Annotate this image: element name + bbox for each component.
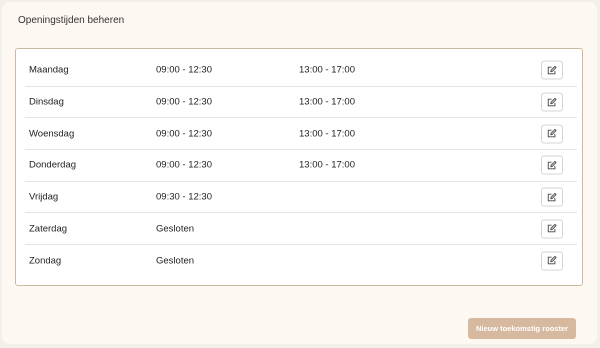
- edit-icon: [547, 192, 557, 201]
- time-slot-1: Gesloten: [156, 255, 195, 267]
- edit-icon: [547, 160, 557, 170]
- new-future-schedule-button[interactable]: Nieuw toekomstig rooster: [468, 318, 576, 339]
- schedule-row-maandag: Maandag 09:00 - 12:30 13:00 - 17:00: [25, 55, 577, 87]
- time-slot-2: 13:00 - 17:00: [299, 64, 355, 76]
- schedule-row-vrijdag: Vrijdag 09:30 - 12:30: [25, 182, 577, 214]
- opening-hours-panel: Openingstijden beheren Maandag 09:00 - 1…: [2, 2, 597, 344]
- edit-button-dinsdag[interactable]: [541, 92, 563, 112]
- day-label: Woensdag: [29, 128, 75, 140]
- edit-icon: [547, 256, 557, 265]
- schedule-row-zondag: Zondag Gesloten: [25, 245, 577, 277]
- time-slot-2: 13:00 - 17:00: [299, 128, 355, 140]
- time-slot-1: 09:00 - 12:30: [156, 64, 212, 76]
- day-label: Zondag: [29, 255, 62, 267]
- time-slot-1: 09:00 - 12:30: [156, 96, 212, 108]
- edit-button-zaterdag[interactable]: [541, 219, 563, 239]
- time-slot-1: 09:00 - 12:30: [156, 159, 212, 171]
- time-slot-1: Gesloten: [156, 223, 195, 235]
- time-slot-1: 09:30 - 12:30: [156, 191, 212, 203]
- edit-button-maandag[interactable]: [541, 60, 563, 80]
- schedule-list: Maandag 09:00 - 12:30 13:00 - 17:00 Dins…: [25, 55, 577, 277]
- schedule-row-woensdag: Woensdag 09:00 - 12:30 13:00 - 17:00: [25, 118, 577, 151]
- edit-icon: [547, 129, 557, 138]
- time-slot-2: 13:00 - 17:00: [299, 96, 355, 108]
- edit-icon: [547, 97, 557, 106]
- day-label: Vrijdag: [29, 191, 59, 203]
- time-slot-2: 13:00 - 17:00: [299, 159, 355, 171]
- day-label: Zaterdag: [29, 223, 68, 235]
- edit-button-woensdag[interactable]: [541, 124, 563, 144]
- schedule-card: Maandag 09:00 - 12:30 13:00 - 17:00 Dins…: [15, 48, 583, 286]
- edit-button-vrijdag[interactable]: [541, 187, 563, 207]
- edit-button-donderdag[interactable]: [541, 155, 563, 175]
- schedule-row-zaterdag: Zaterdag Gesloten: [25, 213, 577, 246]
- schedule-row-dinsdag: Dinsdag 09:00 - 12:30 13:00 - 17:00: [25, 87, 577, 119]
- edit-button-zondag[interactable]: [541, 251, 563, 271]
- panel-title: Openingstijden beheren: [18, 15, 125, 26]
- day-label: Donderdag: [29, 159, 77, 171]
- time-slot-1: 09:00 - 12:30: [156, 128, 212, 140]
- schedule-row-donderdag: Donderdag 09:00 - 12:30 13:00 - 17:00: [25, 150, 577, 182]
- day-label: Maandag: [29, 64, 69, 76]
- edit-icon: [547, 65, 557, 75]
- edit-icon: [547, 224, 557, 233]
- day-label: Dinsdag: [29, 96, 64, 108]
